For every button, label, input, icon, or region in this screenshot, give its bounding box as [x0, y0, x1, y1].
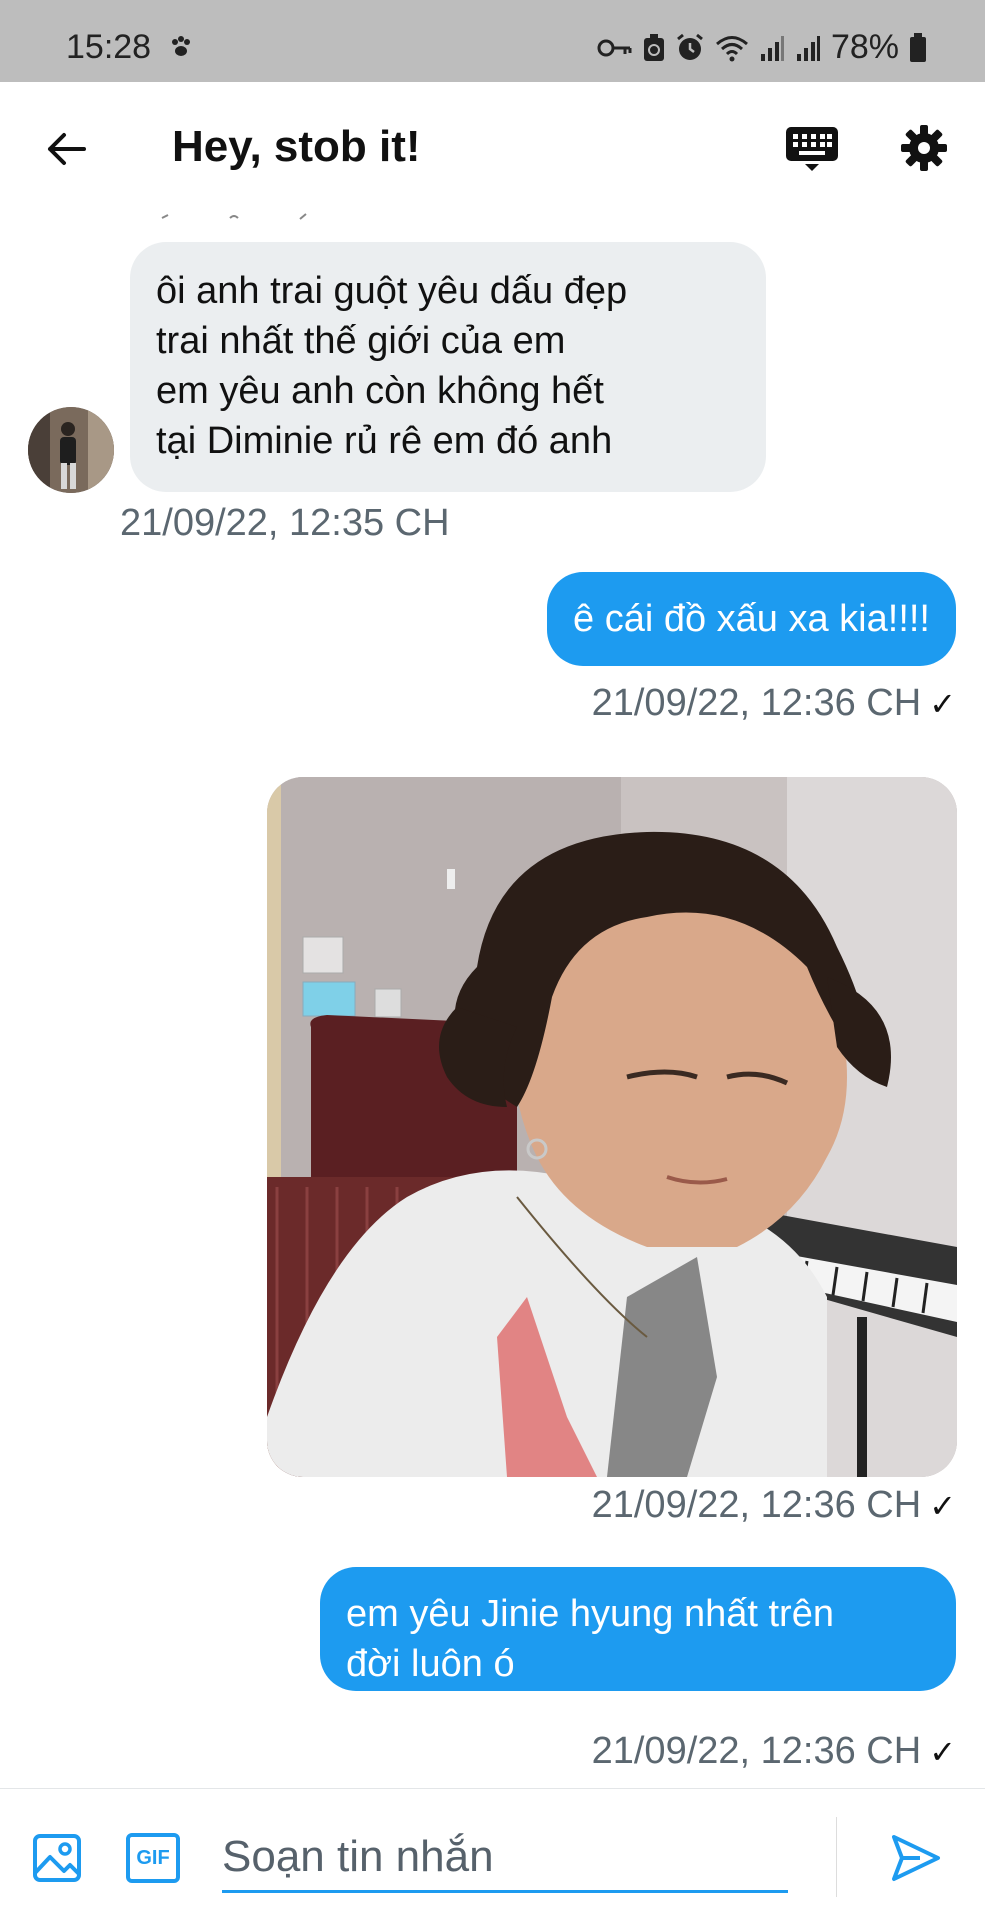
message-photo: [267, 777, 957, 1477]
image-icon[interactable]: [32, 1833, 82, 1883]
message-list[interactable]: ôi anh trai guột yêu dấu đẹp trai nhất t…: [0, 212, 985, 1788]
message-line: em yêu anh còn không hết: [156, 370, 604, 412]
message-line: đời luôn ó: [346, 1643, 515, 1685]
message-timestamp: 21/09/22, 12:36 CH: [591, 1730, 922, 1772]
battery-percent: 78%: [830, 28, 899, 66]
message-line: em yêu Jinie hyung nhất trên: [346, 1593, 834, 1635]
message-input[interactable]: [222, 1823, 788, 1893]
key-icon: [597, 39, 632, 56]
recycle-icon: [643, 33, 664, 61]
avatar-photo: [28, 407, 114, 493]
message-line: trai nhất thế giới của em: [156, 320, 566, 362]
keyboard-icon[interactable]: [785, 126, 839, 172]
outgoing-message-bubble[interactable]: ê cái đồ xấu xa kia!!!!: [547, 572, 956, 666]
message-composer: GIF: [0, 1788, 985, 1920]
back-arrow-icon[interactable]: [44, 127, 88, 171]
signal-icon: [760, 35, 784, 61]
photo-message[interactable]: [267, 777, 957, 1477]
paw-icon: [172, 36, 190, 56]
message-line: ôi anh trai guột yêu dấu đẹp: [156, 270, 628, 312]
gear-icon[interactable]: [900, 124, 948, 172]
status-bar: 15:28 78%: [0, 0, 985, 82]
gif-label: GIF: [136, 1846, 170, 1869]
incoming-message-bubble[interactable]: ôi anh trai guột yêu dấu đẹp trai nhất t…: [130, 242, 766, 492]
sent-check-icon: ✓: [929, 1488, 956, 1524]
status-icons: 78%: [597, 28, 927, 67]
gif-icon[interactable]: GIF: [126, 1833, 180, 1883]
message-timestamp-row: 21/09/22, 12:36 CH ✓: [592, 1730, 956, 1773]
conversation-title: Hey, stob it!: [172, 122, 421, 171]
avatar[interactable]: [28, 407, 114, 493]
outgoing-message-bubble[interactable]: em yêu Jinie hyung nhất trên đời luôn ó: [320, 1567, 956, 1691]
message-line: tại Diminie rủ rê em đó anh: [156, 420, 613, 462]
alarm-icon: [677, 33, 703, 60]
status-time: 15:28: [66, 28, 152, 66]
message-text: ê cái đồ xấu xa kia!!!!: [573, 598, 930, 640]
signal-icon: [796, 35, 820, 61]
sent-check-icon: ✓: [929, 686, 956, 722]
scrolled-text-fragment: [161, 213, 307, 220]
message-timestamp: 21/09/22, 12:36 CH: [591, 682, 922, 724]
message-timestamp-row: 21/09/22, 12:36 CH ✓: [592, 1484, 956, 1527]
message-timestamp: 21/09/22, 12:35 CH: [120, 502, 450, 544]
message-timestamp-row: 21/09/22, 12:36 CH ✓: [592, 682, 956, 725]
sent-check-icon: ✓: [929, 1734, 956, 1770]
composer-divider: [836, 1817, 837, 1897]
conversation-header: Hey, stob it!: [0, 82, 985, 212]
send-icon[interactable]: [890, 1833, 942, 1883]
battery-icon: [910, 32, 926, 62]
message-timestamp: 21/09/22, 12:36 CH: [591, 1484, 922, 1526]
wifi-icon: [715, 35, 748, 61]
